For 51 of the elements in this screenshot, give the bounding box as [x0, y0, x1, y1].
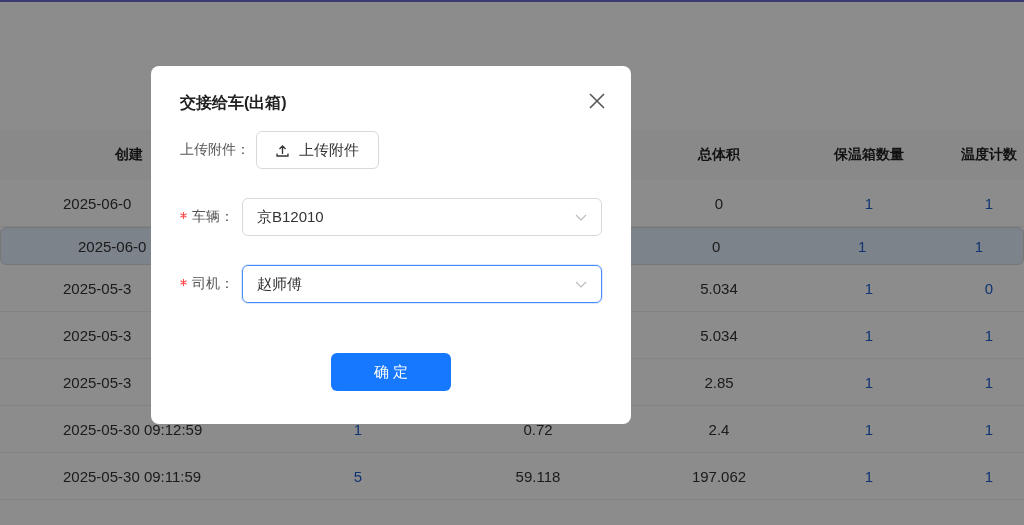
table-cell: 5.034	[700, 279, 738, 297]
upload-icon	[276, 143, 289, 157]
table-cell: 2025-06-0	[63, 194, 132, 212]
column-header: 总体积	[698, 146, 740, 164]
table-row[interactable]: 2025-05-30 09:11:59 5 59.118 197.062 1 1	[0, 453, 1024, 500]
table-cell[interactable]: 1	[864, 467, 874, 485]
table-cell: 0	[712, 237, 721, 255]
table-cell[interactable]: 1	[857, 237, 867, 255]
table-cell[interactable]: 1	[984, 373, 994, 391]
table-cell: 2025-05-3	[63, 279, 132, 297]
table-cell[interactable]: 0	[984, 279, 994, 297]
table-cell: 59.118	[515, 467, 561, 485]
table-cell: 197.062	[691, 467, 747, 485]
close-icon[interactable]	[589, 93, 605, 109]
table-cell: 2.85	[704, 373, 734, 391]
table-cell[interactable]: 5	[353, 467, 363, 485]
table-cell: 2025-06-0	[78, 237, 147, 255]
table-cell[interactable]: 1	[864, 420, 874, 438]
table-cell[interactable]: 1	[864, 326, 874, 344]
column-header: 创建	[115, 146, 143, 164]
table-cell: 5.034	[700, 326, 738, 344]
dialog-title: 交接给车(出箱)	[180, 93, 288, 113]
table-cell[interactable]: 1	[353, 420, 363, 438]
table-cell[interactable]: 1	[984, 420, 994, 438]
column-header: 保温箱数量	[834, 146, 904, 164]
table-cell[interactable]: 1	[974, 237, 983, 255]
field-label: 司机：	[192, 275, 234, 293]
chevron-down-icon	[575, 213, 587, 221]
required-asterisk-icon	[180, 211, 187, 219]
confirm-button[interactable]: 确 定	[331, 353, 451, 391]
select-field[interactable]: 京B12010	[242, 198, 602, 236]
table-cell: 2.4	[708, 420, 730, 438]
required-asterisk-icon	[180, 278, 187, 286]
table-cell: 2025-05-30 09:12:59	[63, 420, 203, 438]
table-cell: 2025-05-3	[63, 326, 132, 344]
table-cell: 0	[714, 194, 724, 212]
table-cell: 2025-05-3	[63, 373, 132, 391]
table-cell: 0.72	[523, 420, 553, 438]
table-cell: 2025-05-30 09:11:59	[63, 467, 202, 485]
table-cell[interactable]: 1	[984, 467, 994, 485]
table-cell[interactable]: 1	[864, 194, 874, 212]
table-cell[interactable]: 1	[984, 194, 994, 212]
column-header: 温度计数	[961, 146, 1017, 164]
chevron-down-icon	[575, 280, 587, 288]
select-field[interactable]: 赵师傅	[242, 265, 602, 303]
table-cell[interactable]: 1	[864, 279, 874, 297]
table-cell[interactable]: 1	[864, 373, 874, 391]
upload-button[interactable]: 上传附件	[256, 131, 379, 169]
field-label: 车辆：	[192, 208, 234, 226]
table-cell[interactable]: 1	[984, 326, 994, 344]
field-label: 上传附件：	[180, 141, 250, 159]
